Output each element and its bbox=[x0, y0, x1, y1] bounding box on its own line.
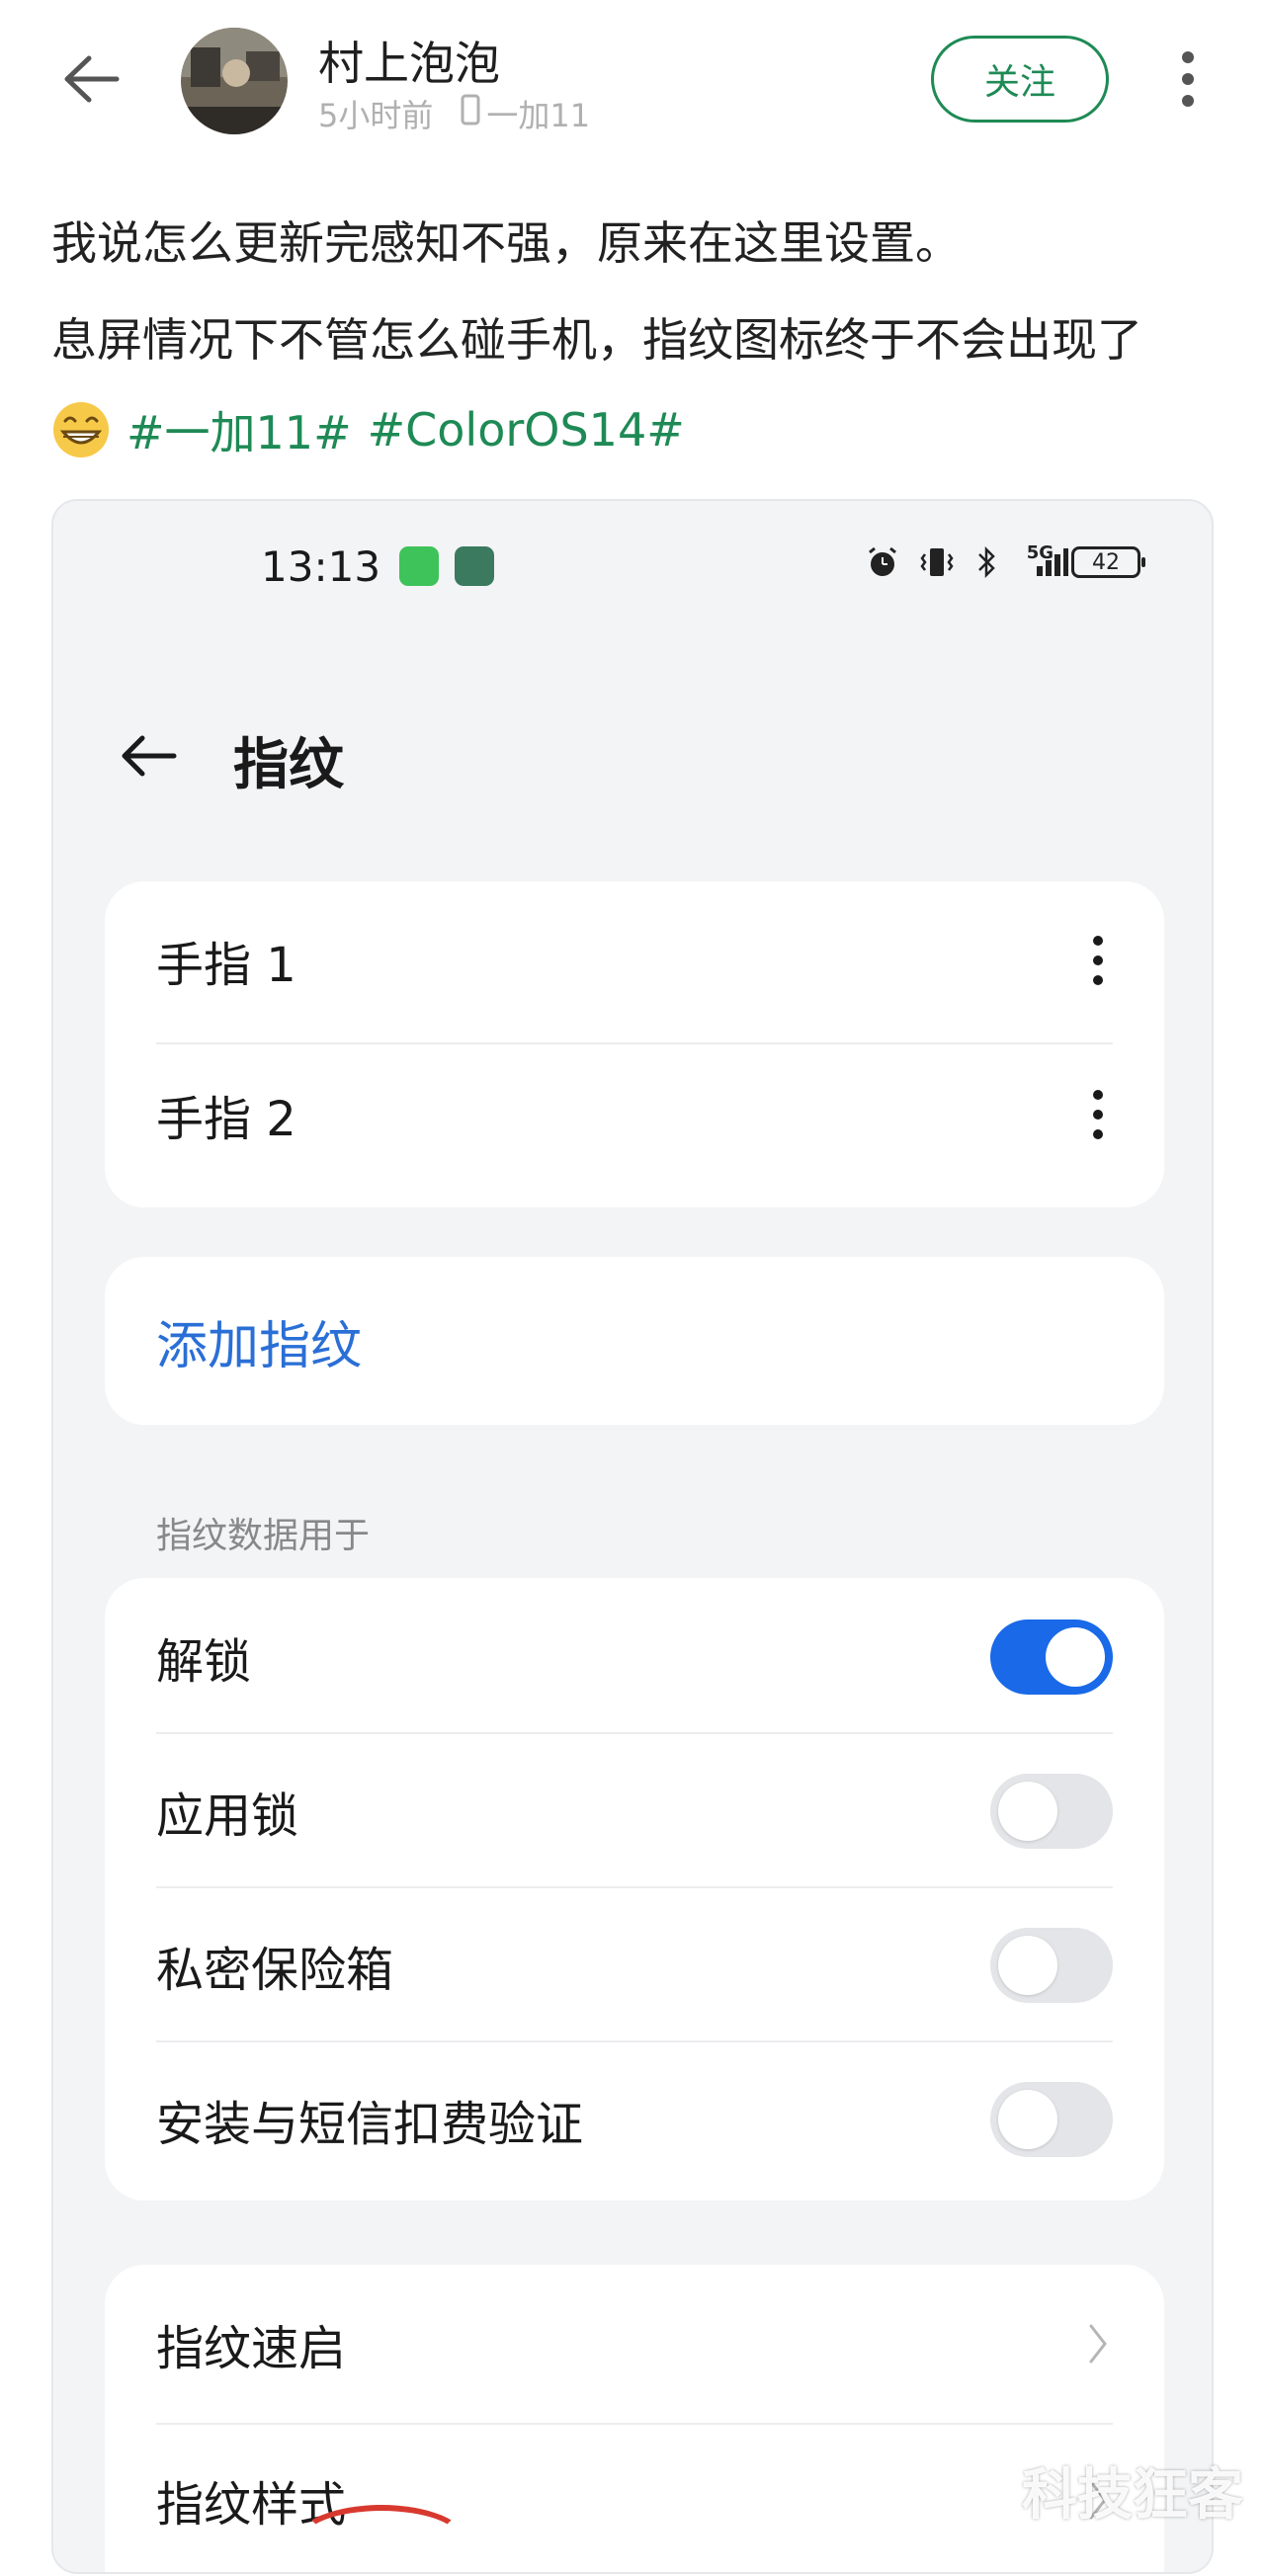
avatar-app-icon bbox=[455, 546, 494, 586]
toggle-row-install-verify[interactable]: 安装与短信扣费验证 bbox=[156, 2080, 1113, 2159]
add-fingerprint-button[interactable]: 添加指纹 bbox=[156, 1304, 362, 1378]
status-icons: 5G 42 bbox=[865, 541, 1145, 580]
nav-card: 指纹速启 指纹样式 bbox=[105, 2265, 1164, 2572]
toggles-card: 解锁 应用锁 私密保险箱 安装与短信扣费验证 bbox=[105, 1578, 1164, 2201]
install-verify-toggle[interactable] bbox=[990, 2082, 1113, 2157]
hashtag-oneplus11[interactable]: #一加11# bbox=[126, 397, 352, 462]
fingers-card: 手指 1 手指 2 bbox=[105, 881, 1164, 1207]
finger-item[interactable]: 手指 2 bbox=[156, 1075, 1113, 1154]
status-time: 13:13 bbox=[261, 542, 381, 591]
divider bbox=[156, 1042, 1113, 1044]
avatar[interactable] bbox=[181, 28, 288, 134]
alarm-icon bbox=[868, 546, 896, 576]
device-name: 一加11 bbox=[486, 97, 591, 134]
post-header: 村上泡泡 5小时前 一加11 关注 bbox=[0, 0, 1265, 158]
section-label: 指纹数据用于 bbox=[156, 1516, 371, 1556]
toggle-row-app-lock[interactable]: 应用锁 bbox=[156, 1772, 1113, 1851]
battery-icon: 42 bbox=[1071, 546, 1145, 578]
post-meta: 5小时前 一加11 bbox=[318, 91, 590, 136]
divider bbox=[156, 2040, 1113, 2042]
author-name[interactable]: 村上泡泡 bbox=[318, 28, 500, 93]
divider bbox=[156, 1886, 1113, 1888]
post-time: 5小时前 bbox=[318, 97, 434, 134]
back-button[interactable] bbox=[51, 40, 130, 119]
post-text-line-1: 我说怎么更新完感知不强，原来在这里设置。 bbox=[51, 216, 961, 270]
back-arrow-icon bbox=[64, 55, 120, 103]
settings-title: 指纹 bbox=[233, 733, 344, 797]
toggle-label: 私密保险箱 bbox=[156, 1943, 394, 1998]
network-type: 5G bbox=[1026, 541, 1054, 563]
follow-button[interactable]: 关注 bbox=[931, 36, 1109, 123]
red-annotation-mark bbox=[296, 2505, 466, 2576]
settings-back-button[interactable] bbox=[109, 716, 188, 795]
more-options-icon[interactable] bbox=[1166, 40, 1210, 119]
nav-item-fingerprint-style[interactable]: 指纹样式 bbox=[156, 2460, 1113, 2539]
toggle-label: 应用锁 bbox=[156, 1788, 299, 1844]
toggle-row-private-safe[interactable]: 私密保险箱 bbox=[156, 1926, 1113, 2005]
phone-icon bbox=[461, 94, 480, 133]
chevron-right-icon bbox=[1083, 2319, 1113, 2368]
toggle-label: 安装与短信扣费验证 bbox=[156, 2097, 584, 2152]
embedded-screenshot[interactable]: 13:13 5G 42 指纹 手指 1 手指 2 添加指纹 指纹数据用于 解锁 … bbox=[51, 499, 1214, 2574]
finger-label: 手指 2 bbox=[156, 1092, 296, 1147]
message-app-icon bbox=[399, 546, 439, 586]
post-text-line-2: 息屏情况下不管怎么碰手机，指纹图标终于不会出现了 bbox=[51, 313, 1142, 367]
app-lock-toggle[interactable] bbox=[990, 1774, 1113, 1849]
back-arrow-icon bbox=[122, 735, 177, 777]
divider bbox=[156, 1732, 1113, 1734]
unlock-toggle[interactable] bbox=[990, 1620, 1113, 1695]
finger-item[interactable]: 手指 1 bbox=[156, 921, 1113, 1000]
finger-options-icon[interactable] bbox=[1083, 936, 1113, 985]
watermark: 科技狂客 bbox=[1022, 2463, 1243, 2528]
post-text-line-3: #一加11# #ColorOS14# bbox=[51, 397, 685, 462]
add-fingerprint-card[interactable]: 添加指纹 bbox=[105, 1257, 1164, 1425]
vibrate-icon bbox=[920, 548, 954, 576]
finger-label: 手指 1 bbox=[156, 938, 296, 993]
divider bbox=[156, 2423, 1113, 2425]
private-safe-toggle[interactable] bbox=[990, 1928, 1113, 2003]
battery-level: 42 bbox=[1092, 549, 1120, 575]
grin-emoji-icon bbox=[53, 402, 109, 457]
nav-label: 指纹速启 bbox=[156, 2321, 347, 2376]
nav-item-quick-launch[interactable]: 指纹速启 bbox=[156, 2304, 1113, 2383]
status-bar: 13:13 5G 42 bbox=[53, 501, 1212, 639]
bluetooth-icon bbox=[977, 545, 995, 579]
toggle-label: 解锁 bbox=[156, 1634, 252, 1690]
add-fingerprint-row[interactable]: 添加指纹 bbox=[156, 1301, 1113, 1380]
hashtag-coloros14[interactable]: #ColorOS14# bbox=[368, 403, 685, 457]
toggle-row-unlock[interactable]: 解锁 bbox=[156, 1618, 1113, 1697]
finger-options-icon[interactable] bbox=[1083, 1090, 1113, 1139]
